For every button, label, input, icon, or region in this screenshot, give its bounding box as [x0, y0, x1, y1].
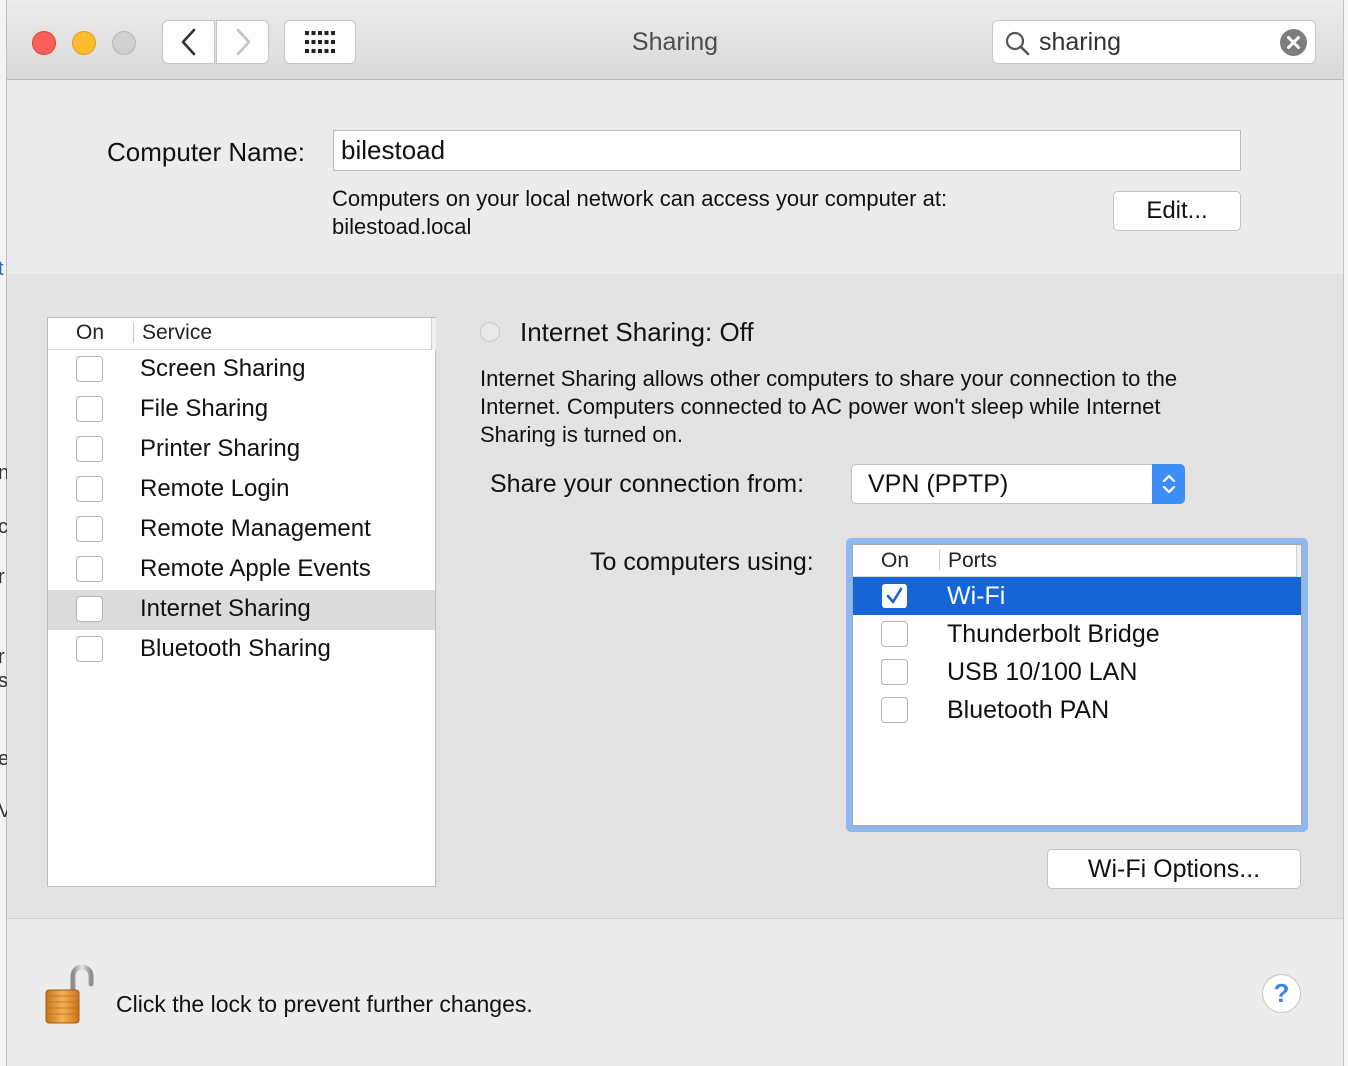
popup-arrows-icon [1152, 464, 1185, 504]
service-row-printer-sharing[interactable]: Printer Sharing [48, 430, 435, 470]
toolbar: Sharing [7, 0, 1343, 80]
checkmark-icon [886, 587, 903, 604]
share-from-value: VPN (PPTP) [868, 470, 1009, 498]
background-window-edge: t n c r r s e V [0, 0, 11, 1066]
share-from-label: Share your connection from: [490, 470, 805, 498]
column-header-on[interactable]: On [881, 549, 909, 573]
computer-name-label: Computer Name: [107, 137, 305, 167]
share-from-popup[interactable]: VPN (PPTP) [851, 464, 1185, 504]
service-row-internet-sharing[interactable]: Internet Sharing [48, 590, 435, 630]
header-scroll-corner [1296, 545, 1301, 577]
internet-sharing-status: Internet Sharing: Off [520, 317, 754, 347]
description-line: Sharing is turned on. [480, 422, 684, 447]
service-checkbox[interactable] [76, 356, 103, 382]
background-fragment: r [0, 646, 5, 668]
header-scroll-corner [431, 318, 436, 350]
port-label: Bluetooth PAN [947, 696, 1110, 724]
column-header-on[interactable]: On [76, 321, 104, 345]
clear-search-button[interactable] [1280, 29, 1307, 56]
wifi-options-button[interactable]: Wi-Fi Options... [1047, 849, 1301, 889]
local-access-description: Computers on your local network can acce… [332, 186, 948, 211]
ports-list[interactable]: On Ports Wi-Fi Thunderbolt Bridge USB 10… [852, 544, 1302, 826]
port-checkbox[interactable] [881, 621, 908, 647]
port-row-bluetooth-pan[interactable]: Bluetooth PAN [853, 691, 1301, 729]
search-icon [1005, 31, 1030, 56]
background-fragment: r [0, 566, 5, 588]
service-checkbox[interactable] [76, 596, 103, 622]
lock-button[interactable] [43, 962, 97, 1031]
port-row-thunderbolt-bridge[interactable]: Thunderbolt Bridge [853, 615, 1301, 653]
background-fragment: t [0, 258, 4, 280]
lock-status-text: Click the lock to prevent further change… [116, 991, 533, 1017]
port-row-wifi[interactable]: Wi-Fi [853, 577, 1301, 615]
port-label: Wi-Fi [947, 582, 1006, 610]
background-window-edge-right [1343, 0, 1348, 1066]
description-line: Internet Sharing allows other computers … [480, 366, 1178, 391]
help-button[interactable]: ? [1262, 974, 1301, 1013]
service-label: Internet Sharing [140, 595, 311, 622]
port-checkbox[interactable] [881, 583, 908, 609]
service-row-remote-management[interactable]: Remote Management [48, 510, 435, 550]
ports-list-header: On Ports [853, 545, 1301, 577]
port-checkbox[interactable] [881, 659, 908, 685]
service-label: Remote Login [140, 475, 290, 502]
service-label: File Sharing [140, 395, 269, 422]
sharing-preferences-window: Sharing Computer Name: Computers on your… [7, 0, 1343, 1066]
service-checkbox[interactable] [76, 476, 103, 502]
service-label: Printer Sharing [140, 435, 301, 462]
edit-button[interactable]: Edit... [1113, 191, 1241, 231]
footer-divider [7, 918, 1343, 919]
service-row-remote-apple-events[interactable]: Remote Apple Events [48, 550, 435, 590]
computer-name-field[interactable] [333, 130, 1241, 171]
service-label: Remote Apple Events [140, 555, 371, 582]
service-label: Remote Management [140, 515, 371, 542]
unlocked-padlock-icon [45, 964, 94, 1024]
service-checkbox[interactable] [76, 436, 103, 462]
status-indicator-icon [480, 322, 500, 342]
service-checkbox[interactable] [76, 396, 103, 422]
port-label: Thunderbolt Bridge [947, 620, 1160, 648]
column-separator [939, 550, 940, 570]
service-list[interactable]: On Service Screen Sharing File Sharing P… [47, 317, 436, 887]
service-row-screen-sharing[interactable]: Screen Sharing [48, 350, 435, 390]
service-label: Bluetooth Sharing [140, 635, 331, 662]
service-checkbox[interactable] [76, 636, 103, 662]
close-icon [1287, 36, 1300, 49]
service-checkbox[interactable] [76, 556, 103, 582]
service-row-file-sharing[interactable]: File Sharing [48, 390, 435, 430]
service-row-bluetooth-sharing[interactable]: Bluetooth Sharing [48, 630, 435, 670]
search-input[interactable] [1039, 26, 1269, 58]
column-header-service[interactable]: Service [142, 321, 212, 345]
service-label: Screen Sharing [140, 355, 306, 382]
to-computers-label: To computers using: [590, 548, 814, 576]
local-hostname: bilestoad.local [332, 214, 472, 239]
service-checkbox[interactable] [76, 516, 103, 542]
search-field[interactable] [992, 20, 1316, 64]
column-header-ports[interactable]: Ports [948, 549, 997, 573]
service-list-header: On Service [48, 318, 436, 350]
port-checkbox[interactable] [881, 697, 908, 723]
port-label: USB 10/100 LAN [947, 658, 1138, 686]
description-line: Internet. Computers connected to AC powe… [480, 394, 1161, 419]
service-row-remote-login[interactable]: Remote Login [48, 470, 435, 510]
port-row-usb-lan[interactable]: USB 10/100 LAN [853, 653, 1301, 691]
column-separator [133, 323, 134, 343]
